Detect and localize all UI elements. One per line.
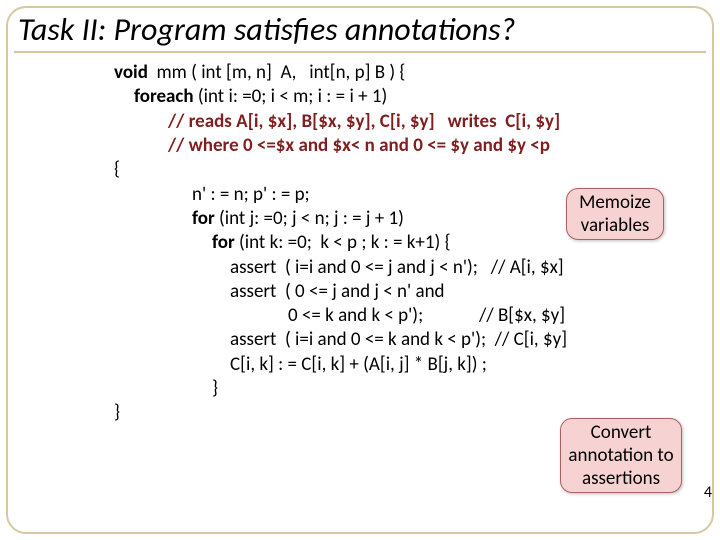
- code-line: assert ( i=i and 0 <= k and k < p'); // …: [114, 328, 720, 352]
- callout-memoize: Memoize variables: [566, 188, 664, 240]
- code-line: C[i, k] : = C[i, k] + (A[i, j] * B[j, k]…: [114, 353, 720, 377]
- title-underline: [14, 51, 706, 53]
- code-line: // where 0 <=$x and $x< n and 0 <= $y an…: [114, 134, 720, 158]
- code-line: }: [114, 377, 720, 401]
- code-line: 0 <= k and k < p'); // B[$x, $y]: [114, 304, 720, 328]
- slide-title: Task II: Program satisfies annotations?: [0, 0, 720, 51]
- code-line: foreach (int i: =0; i < m; i : = i + 1): [114, 85, 720, 109]
- code-line: {: [114, 158, 720, 182]
- callout-convert: Convert annotation to assertions: [560, 418, 682, 493]
- page-number: 4: [704, 483, 712, 502]
- code-line: void mm ( int [m, n] A, int[n, p] B ) {: [114, 61, 720, 85]
- code-block: void mm ( int [m, n] A, int[n, p] B ) { …: [0, 61, 720, 426]
- code-line: assert ( i=i and 0 <= j and j < n'); // …: [114, 256, 720, 280]
- code-line: // reads A[i, $x], B[$x, $y], C[i, $y] w…: [114, 110, 720, 134]
- code-line: assert ( 0 <= j and j < n' and: [114, 280, 720, 304]
